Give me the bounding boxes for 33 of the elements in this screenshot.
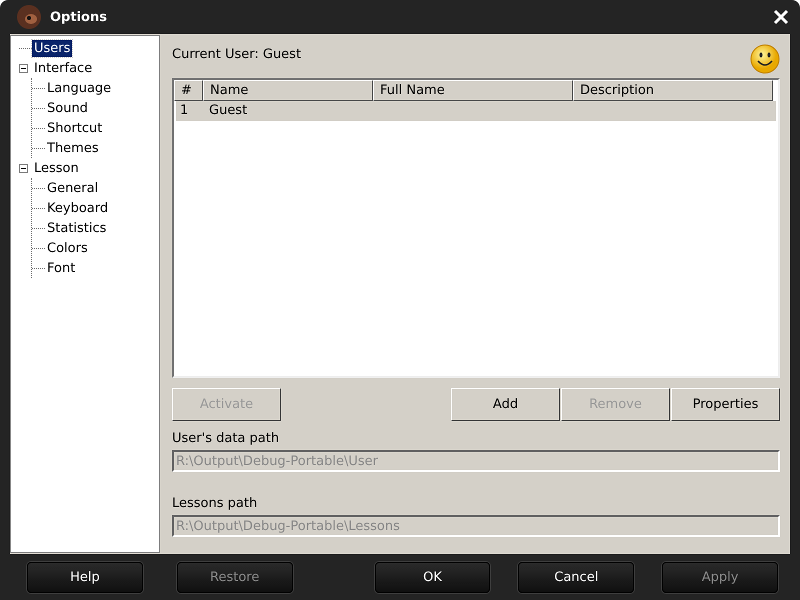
tree-item[interactable]: Lesson xyxy=(32,160,81,176)
collapse-icon[interactable] xyxy=(19,164,28,172)
table-cell: Guest xyxy=(209,103,248,118)
action-button[interactable]: Add xyxy=(451,388,560,421)
close-icon[interactable] xyxy=(772,8,790,26)
field-label: User's data path xyxy=(172,431,280,446)
tree-item[interactable]: Interface xyxy=(32,60,94,76)
tree-item[interactable]: Shortcut xyxy=(45,120,104,136)
column-header[interactable]: Name xyxy=(203,80,373,101)
column-header[interactable]: Description xyxy=(573,80,773,101)
tree-item[interactable]: Sound xyxy=(45,100,90,116)
field-label: Lessons path xyxy=(172,496,258,511)
tree-item[interactable]: Keyboard xyxy=(45,200,110,216)
collapse-icon[interactable] xyxy=(19,64,28,72)
column-header[interactable]: # xyxy=(174,80,203,101)
smiley-icon xyxy=(750,44,780,74)
current-user-label: Current User: Guest xyxy=(172,47,302,62)
dialog-button[interactable]: OK xyxy=(374,562,490,592)
app-icon xyxy=(14,4,44,30)
tree-item[interactable]: General xyxy=(45,180,100,196)
tree-item[interactable]: Language xyxy=(45,80,114,96)
tree-item[interactable]: Themes xyxy=(45,140,101,156)
tree-item[interactable]: Font xyxy=(45,260,78,276)
table-cell: 1 xyxy=(180,103,188,118)
window-title: Options xyxy=(50,10,108,24)
tree-item[interactable]: Statistics xyxy=(45,220,108,236)
tree-item[interactable]: Colors xyxy=(45,240,90,256)
column-header[interactable]: Full Name xyxy=(373,80,573,101)
dialog-button[interactable]: Cancel xyxy=(518,562,634,592)
dialog-button[interactable]: Help xyxy=(27,562,143,592)
tree-item[interactable]: Users xyxy=(32,40,72,56)
action-button[interactable]: Properties xyxy=(671,388,780,421)
table-row[interactable]: 1 Guest xyxy=(176,101,776,121)
